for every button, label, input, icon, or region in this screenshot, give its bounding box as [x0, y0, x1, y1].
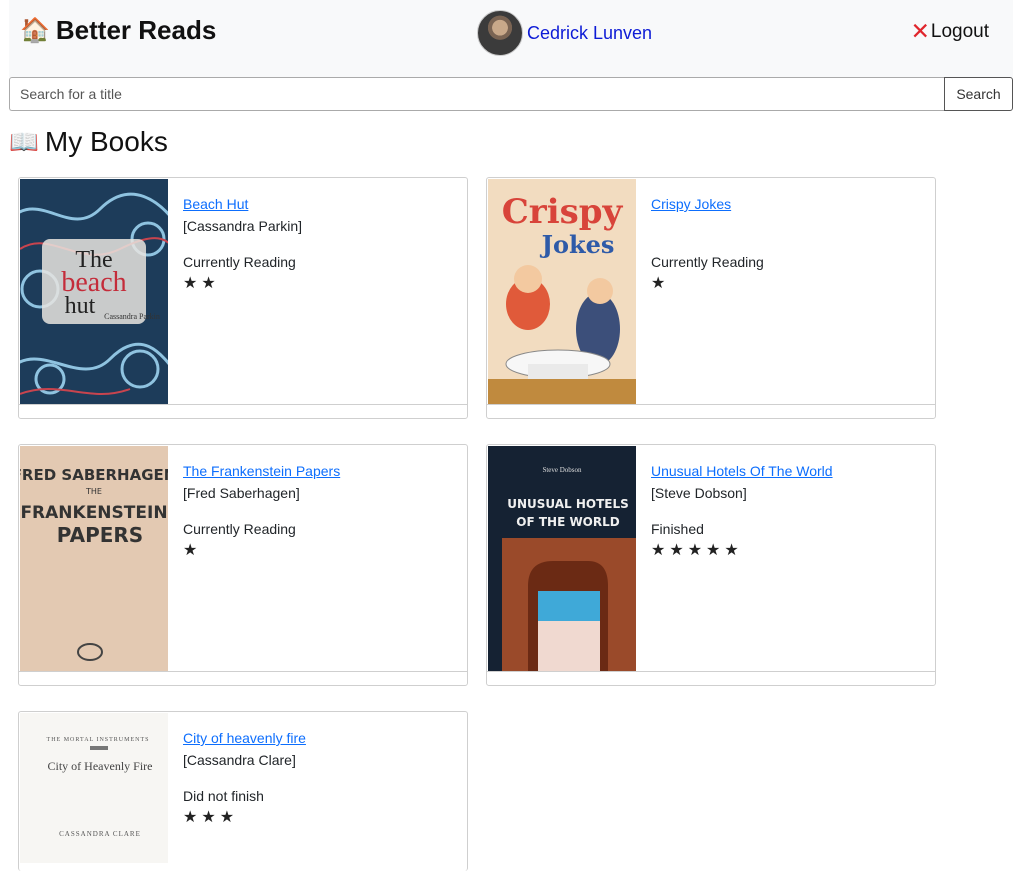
cover-text: CASSANDRA CLARE [59, 830, 141, 838]
book-card: THE MORTAL INSTRUMENTS City of Heavenly … [18, 711, 468, 871]
book-card: The beach hut Cassandra Parkin Beach Hut… [18, 177, 468, 419]
reading-status: Currently Reading [651, 254, 764, 270]
x-icon: ✕ [910, 18, 930, 44]
page-title: 📖 My Books [9, 126, 168, 158]
star-rating: ★★★★★ [651, 542, 743, 559]
user-name-link[interactable]: Cedrick Lunven [527, 23, 652, 44]
brand-link[interactable]: 🏠 Better Reads [20, 15, 216, 46]
book-author: [Fred Saberhagen] [183, 485, 300, 501]
navbar: 🏠 Better Reads Cedrick Lunven ✕ Logout [9, 0, 1013, 77]
star-rating: ★★★ [183, 809, 239, 826]
book-title-link[interactable]: Beach Hut [183, 194, 453, 214]
cover-text: PAPERS [57, 523, 143, 547]
book-author: [Steve Dobson] [651, 485, 747, 501]
open-book-icon: 📖 [9, 128, 39, 156]
cover-text: Cassandra Parkin [104, 312, 160, 321]
house-icon: 🏠 [20, 16, 50, 44]
cover-text: hut [65, 293, 96, 319]
book-title-link[interactable]: Crispy Jokes [651, 194, 921, 214]
book-title-link[interactable]: The Frankenstein Papers [183, 461, 453, 481]
book-cover[interactable]: Crispy Jokes [488, 179, 636, 404]
avatar [477, 10, 523, 56]
logout-label: Logout [930, 20, 989, 42]
book-cover[interactable]: THE MORTAL INSTRUMENTS City of Heavenly … [20, 713, 168, 863]
cover-text: THE MORTAL INSTRUMENTS [47, 737, 150, 743]
user-info: Cedrick Lunven [477, 10, 652, 56]
brand-title: Better Reads [55, 15, 217, 45]
cover-text: OF THE WORLD [516, 515, 620, 529]
book-title-link[interactable]: City of heavenly fire [183, 728, 453, 748]
cover-text: Jokes [540, 230, 615, 259]
cover-text: FRANKENSTEIN [20, 503, 167, 523]
page-title-text: My Books [44, 126, 168, 157]
book-cover[interactable]: The beach hut Cassandra Parkin [20, 179, 168, 404]
book-author: [Cassandra Parkin] [183, 218, 303, 234]
reading-status: Finished [651, 521, 704, 537]
cover-text: City of Heavenly Fire [48, 759, 153, 773]
book-cover[interactable]: FRED SABERHAGEN THE FRANKENSTEIN PAPERS [20, 446, 168, 671]
cover-text: Steve Dobson [542, 466, 582, 474]
book-title-link[interactable]: Unusual Hotels Of The World [651, 461, 921, 481]
cover-text: Crispy [502, 192, 624, 232]
reading-status: Currently Reading [183, 521, 296, 537]
search-input[interactable] [9, 77, 944, 111]
book-card: FRED SABERHAGEN THE FRANKENSTEIN PAPERS … [18, 444, 468, 686]
logout-button[interactable]: ✕ Logout [911, 20, 989, 43]
cover-text: UNUSUAL HOTELS [507, 497, 629, 511]
star-rating: ★ [651, 275, 670, 292]
book-author [651, 216, 921, 236]
reading-status: Currently Reading [183, 254, 296, 270]
reading-status: Did not finish [183, 788, 264, 804]
book-cover[interactable]: Steve Dobson UNUSUAL HOTELS OF THE WORLD [488, 446, 636, 671]
book-card: Steve Dobson UNUSUAL HOTELS OF THE WORLD… [486, 444, 936, 686]
star-rating: ★ [183, 542, 202, 559]
star-rating: ★★ [183, 275, 220, 292]
book-card: Crispy Jokes Crispy Jokes Currently Read… [486, 177, 936, 419]
book-author: [Cassandra Clare] [183, 752, 296, 768]
cover-text: FRED SABERHAGEN [20, 466, 168, 484]
cover-text: THE [85, 487, 102, 496]
search-button[interactable]: Search [944, 77, 1013, 111]
